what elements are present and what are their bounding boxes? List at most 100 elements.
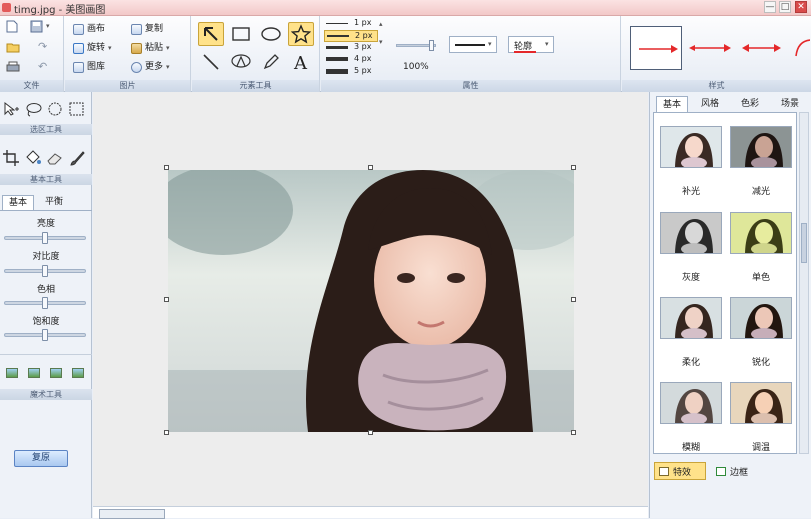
rotate-button[interactable]: 旋转 ▾: [73, 39, 112, 57]
tab-effects-scene[interactable]: 场景: [774, 96, 806, 112]
contrast-knob[interactable]: [42, 265, 48, 277]
minimize-button[interactable]: —: [764, 1, 776, 13]
gallery-icon: [73, 61, 84, 73]
resize-handle-br[interactable]: [571, 430, 576, 435]
image-group-label: 图片: [65, 80, 190, 92]
resize-handle-r[interactable]: [571, 297, 576, 302]
effect-thumb-soften[interactable]: [660, 297, 722, 339]
effect-thumb-monochrome[interactable]: [730, 212, 792, 254]
magic-landscape-icon-1[interactable]: [6, 368, 18, 378]
save-icon[interactable]: [30, 20, 44, 36]
more-icon: [131, 61, 142, 73]
width-option-3[interactable]: 3 px: [324, 42, 378, 54]
brush-tool[interactable]: [68, 149, 86, 167]
lasso-tool[interactable]: [24, 100, 42, 118]
text-tool[interactable]: A: [288, 50, 314, 74]
width-option-2[interactable]: 2 px: [324, 30, 378, 42]
effect-thumb-reduce-light[interactable]: [730, 126, 792, 168]
move-select-tool[interactable]: [2, 100, 20, 118]
line-style-dropdown[interactable]: ▾: [449, 36, 497, 53]
maximize-button[interactable]: □: [779, 1, 791, 13]
magic-landscape-icon-4[interactable]: [72, 368, 84, 378]
arrow-style-1[interactable]: [630, 26, 682, 70]
saturation-slider[interactable]: [4, 329, 86, 341]
stamp-tool[interactable]: [228, 50, 254, 74]
resize-handle-l[interactable]: [164, 297, 169, 302]
crop-tool[interactable]: [2, 149, 20, 167]
effect-thumb-fill-light[interactable]: [660, 126, 722, 168]
photo-image[interactable]: [168, 170, 574, 432]
hue-knob[interactable]: [42, 297, 48, 309]
tab-effects-style[interactable]: 风格: [694, 96, 726, 112]
gallery-button[interactable]: 图库: [73, 58, 105, 76]
magic-landscape-icon-3[interactable]: [50, 368, 62, 378]
brightness-slider[interactable]: [4, 232, 86, 244]
outline-dropdown[interactable]: 轮廓 ▾: [508, 36, 554, 53]
tab-effects-color[interactable]: 色彩: [734, 96, 766, 112]
undo-icon[interactable]: ↶: [38, 60, 47, 73]
effect-preview: [661, 383, 721, 423]
magic-landscape-icon-2[interactable]: [28, 368, 40, 378]
pen-tool[interactable]: [258, 50, 284, 74]
more-button[interactable]: 更多 ▾: [131, 58, 170, 76]
reset-button[interactable]: 复原: [14, 450, 68, 467]
contrast-label: 对比度: [32, 252, 60, 262]
effect-thumb-grayscale[interactable]: [660, 212, 722, 254]
hue-label: 色相: [36, 285, 55, 295]
print-icon[interactable]: [6, 61, 20, 76]
special-effects-tab[interactable]: 特效: [654, 462, 706, 480]
hue-slider[interactable]: [4, 297, 86, 309]
open-folder-icon[interactable]: [6, 41, 20, 56]
resize-handle-tr[interactable]: [571, 165, 576, 170]
effects-panel: 基本 风格 色彩 场景 补光 减光 灰度 单色 柔化 锐化 模糊 调温 特效 边…: [649, 92, 811, 518]
tab-balance[interactable]: 平衡: [38, 195, 70, 210]
resize-handle-t[interactable]: [368, 165, 373, 170]
effects-scrollbar[interactable]: [799, 112, 809, 454]
scroll-down-icon[interactable]: ▾: [379, 38, 383, 46]
ellipse-tool[interactable]: [258, 22, 284, 46]
rect-select-tool[interactable]: [68, 100, 86, 118]
save-dropdown-icon[interactable]: ▾: [46, 22, 50, 30]
width-option-4[interactable]: 4 px: [324, 54, 378, 66]
arrow-style-4[interactable]: [790, 26, 810, 70]
effect-thumb-temperature[interactable]: [730, 382, 792, 424]
canvas-area[interactable]: [93, 92, 648, 519]
new-file-icon[interactable]: [6, 20, 18, 36]
paste-icon: [131, 42, 142, 54]
close-button[interactable]: ✕: [795, 1, 807, 13]
brush-icon: [70, 151, 85, 166]
copy-button[interactable]: 复制: [131, 20, 163, 38]
arrow-tool[interactable]: [198, 22, 224, 46]
contrast-slider[interactable]: [4, 265, 86, 277]
paste-button[interactable]: 粘贴 ▾: [131, 39, 170, 57]
frame-tab[interactable]: 边框: [712, 462, 764, 480]
resize-handle-tl[interactable]: [164, 165, 169, 170]
resize-handle-bl[interactable]: [164, 430, 169, 435]
redo-icon[interactable]: ↷: [38, 40, 47, 53]
tab-basic[interactable]: 基本: [2, 195, 34, 210]
tab-effects-basic[interactable]: 基本: [656, 96, 688, 112]
scroll-up-icon[interactable]: ▴: [379, 20, 383, 28]
brightness-knob[interactable]: [42, 232, 48, 244]
star-tool[interactable]: [288, 22, 314, 46]
opacity-slider[interactable]: [396, 40, 436, 51]
line-tool[interactable]: [198, 50, 224, 74]
effect-thumb-sharpen[interactable]: [730, 297, 792, 339]
effect-thumb-blur[interactable]: [660, 382, 722, 424]
left-tool-panel: 选区工具 基本工具 基本 平衡 亮度 对比度 色相 饱和度 魔术工具 复原: [0, 92, 92, 518]
fill-bucket-tool[interactable]: [24, 149, 42, 167]
width-option-1[interactable]: 1 px: [324, 18, 378, 30]
opacity-knob[interactable]: [429, 40, 434, 51]
scrollbar-thumb[interactable]: [801, 223, 807, 263]
rectangle-tool[interactable]: [228, 22, 254, 46]
width-option-5[interactable]: 5 px: [324, 66, 378, 78]
canvas-button[interactable]: 画布: [73, 20, 105, 38]
saturation-knob[interactable]: [42, 329, 48, 341]
resize-handle-b[interactable]: [368, 430, 373, 435]
thumbnail-strip: [93, 506, 648, 519]
eraser-tool[interactable]: [46, 149, 64, 167]
ellipse-select-tool[interactable]: [46, 100, 64, 118]
arrow-style-2[interactable]: [686, 26, 732, 70]
outline-color-bar: [514, 51, 536, 53]
arrow-style-3[interactable]: [740, 26, 784, 70]
